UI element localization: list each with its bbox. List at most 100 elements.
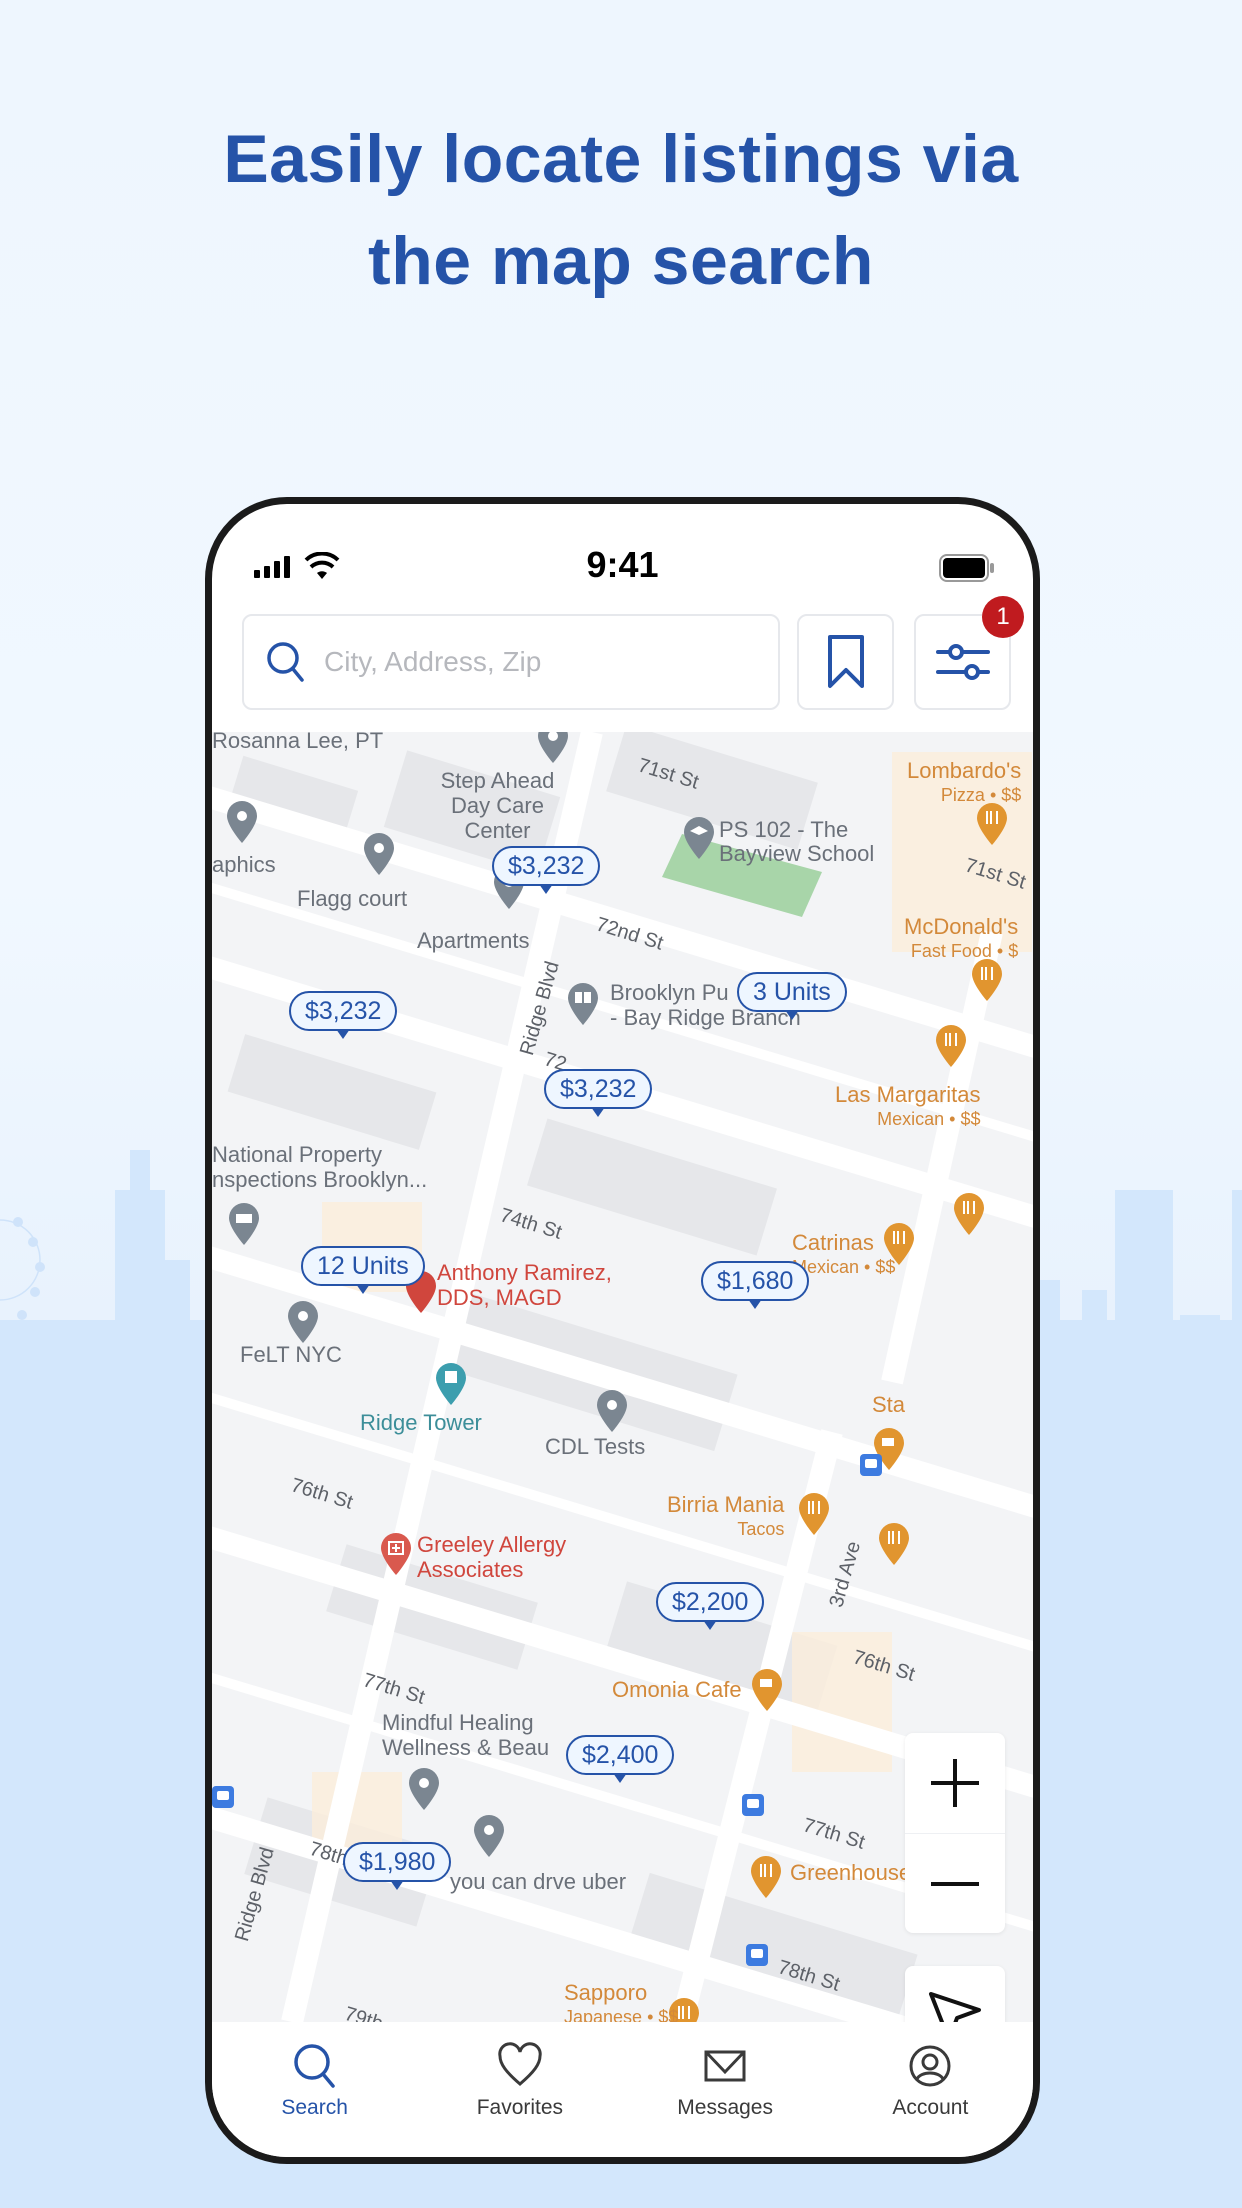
place-name-line: National Property [212, 1142, 382, 1167]
tab-label: Search [281, 2096, 348, 2119]
library-pin-icon [568, 983, 598, 1025]
place-name-line: Anthony Ramirez, [437, 1260, 612, 1285]
listing-price-marker[interactable]: $2,400 [566, 1735, 675, 1775]
listing-price-marker[interactable]: $1,980 [343, 1842, 452, 1882]
tab-account[interactable]: Account [828, 2022, 1033, 2157]
page-headline: Easily locate listings via the map searc… [0, 108, 1242, 312]
cafe-pin-icon [752, 1669, 782, 1711]
battery-icon [939, 554, 994, 582]
place-category: Fast Food • $ [910, 941, 1019, 961]
place-category: Pizza • $$ [940, 785, 1022, 805]
map-pin-icon [538, 732, 568, 763]
place-label: you can drve uber [450, 1869, 627, 1894]
place-label: Rosanna Lee, PT [212, 732, 384, 753]
place-label: Greeley Allergy Associates [417, 1532, 566, 1582]
place-name: Lombardo's [907, 758, 1022, 783]
search-icon [293, 2044, 335, 2088]
restaurant-pin-icon [936, 1025, 966, 1067]
place-name-line: Mindful Healing [382, 1710, 534, 1735]
zoom-out-button[interactable] [905, 1833, 1005, 1933]
listing-price-marker[interactable]: $2,200 [656, 1582, 765, 1622]
restaurant-label: Sapporo Japanese • $$ [564, 1980, 678, 2022]
building-pin-icon [229, 1203, 259, 1245]
place-label: Step Ahead Day Care Center [440, 768, 555, 843]
bookmark-icon [827, 635, 864, 688]
phone-frame: 9:41 1 [205, 497, 1040, 2164]
zoom-controls [905, 1733, 1005, 1933]
search-input[interactable] [324, 646, 744, 678]
status-time: 9:41 [586, 544, 659, 585]
map-pin-icon [409, 1768, 439, 1810]
restaurant-pin-icon [977, 803, 1007, 845]
map-pin-icon [227, 801, 257, 843]
place-label: FeLT NYC [240, 1342, 342, 1367]
headline-line-1: Easily locate listings via [223, 121, 1019, 197]
place-name-line: DDS, MAGD [437, 1285, 562, 1310]
map-view[interactable]: 71st St 71st St 72nd St 72 Ridge Blvd 74… [212, 732, 1033, 2022]
place-label: Flagg court [297, 886, 408, 911]
restaurant-pin-icon [954, 1193, 984, 1235]
saved-searches-button[interactable] [797, 614, 894, 710]
minus-icon [931, 1881, 979, 1886]
place-label: aphics [212, 852, 276, 877]
tab-label: Favorites [476, 2096, 564, 2119]
listing-price-marker[interactable]: $1,680 [701, 1261, 810, 1301]
place-category: Japanese • $$ [564, 2007, 679, 2022]
place-name-line: Associates [417, 1557, 524, 1582]
place-label: Anthony Ramirez, DDS, MAGD [437, 1260, 612, 1310]
listing-price-marker[interactable]: $3,232 [289, 991, 398, 1031]
place-label: National Property nspections Brooklyn... [212, 1142, 427, 1192]
place-label: Apartments [417, 928, 530, 953]
zoom-in-button[interactable] [905, 1733, 1005, 1833]
tab-messages[interactable]: Messages [623, 2022, 828, 2157]
sliders-icon [935, 644, 990, 680]
bus-stop-icon [742, 1794, 764, 1816]
place-label: Mindful Healing Wellness & Beau [382, 1710, 549, 1760]
search-field[interactable] [242, 614, 780, 710]
tab-label: Messages [677, 2096, 773, 2119]
place-name: McDonald's [904, 914, 1019, 939]
map-pin-icon [597, 1390, 627, 1432]
bus-stop-icon [860, 1454, 882, 1476]
restaurant-label: Las Margaritas Mexican • $$ [835, 1082, 981, 1132]
landmark-pin-icon [436, 1363, 466, 1405]
bus-stop-icon [212, 1786, 234, 1808]
map-pin-icon [474, 1815, 504, 1857]
place-name: Catrinas [792, 1230, 874, 1255]
place-name-line: nspections Brooklyn... [212, 1167, 428, 1192]
plus-icon [931, 1759, 979, 1807]
place-label: Sta [872, 1392, 906, 1417]
restaurant-pin-icon [799, 1493, 829, 1535]
restaurant-pin-icon [751, 1856, 781, 1898]
headline-line-2: the map search [368, 223, 874, 299]
place-category: Tacos [737, 1519, 785, 1539]
restaurant-label: Birria Mania Tacos [667, 1492, 784, 1542]
tab-favorites[interactable]: Favorites [417, 2022, 622, 2157]
map-pin-icon [364, 833, 394, 875]
account-icon [909, 2045, 951, 2087]
place-category: Mexican • $$ [877, 1109, 981, 1129]
listing-units-marker[interactable]: 3 Units [737, 972, 847, 1012]
restaurant-label: Lombardo's Pizza • $$ [907, 758, 1021, 808]
location-arrow-icon [929, 1992, 981, 2022]
place-label: CDL Tests [545, 1434, 646, 1459]
listing-units-marker[interactable]: 12 Units [301, 1246, 425, 1286]
medical-pin-icon [381, 1533, 411, 1575]
place-name: Sapporo [564, 1980, 648, 2005]
tab-search[interactable]: Search [212, 2022, 417, 2157]
place-name-line: Wellness & Beau [382, 1735, 550, 1760]
my-location-button[interactable] [905, 1966, 1005, 2022]
envelope-icon [704, 2050, 746, 2082]
tab-label: Account [892, 2096, 969, 2119]
restaurant-pin-icon [972, 959, 1002, 1001]
place-label: Ridge Tower [360, 1410, 482, 1435]
place-label: Omonia Cafe [612, 1677, 742, 1702]
restaurant-label: McDonald's Fast Food • $ [904, 914, 1018, 964]
filter-count-badge: 1 [982, 596, 1024, 638]
listing-price-marker[interactable]: $3,232 [492, 846, 601, 886]
place-name-line: Greeley Allergy [417, 1532, 567, 1557]
restaurant-pin-icon [879, 1523, 909, 1565]
heart-icon [498, 2042, 542, 2086]
map-pin-icon [288, 1301, 318, 1343]
listing-price-marker[interactable]: $3,232 [544, 1069, 653, 1109]
